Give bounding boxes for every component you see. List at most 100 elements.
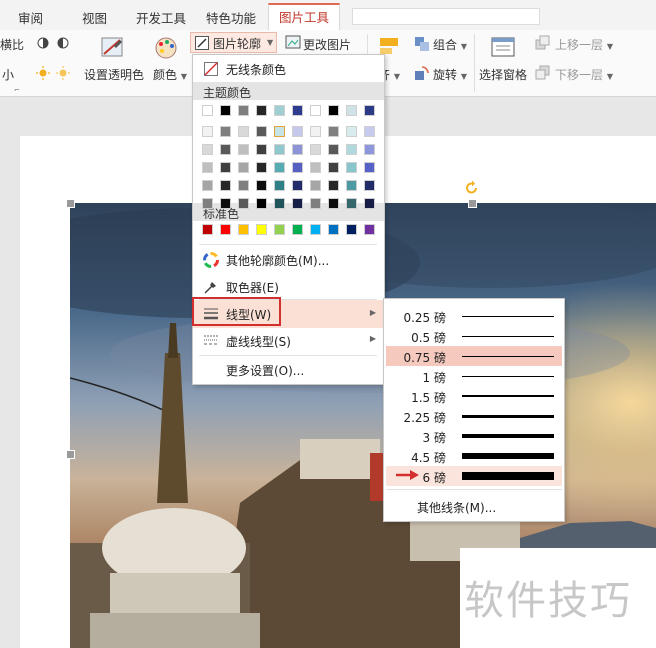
theme-color-swatch[interactable] — [256, 180, 267, 191]
theme-color-swatch[interactable] — [292, 126, 303, 137]
group-icon[interactable] — [414, 36, 430, 52]
theme-color-swatch[interactable] — [220, 162, 231, 173]
no-line-color-item[interactable]: 无线条颜色 — [193, 56, 384, 82]
theme-color-swatch[interactable] — [292, 105, 303, 116]
theme-color-swatch[interactable] — [346, 144, 357, 155]
theme-color-swatch[interactable] — [328, 162, 339, 173]
align-icon[interactable] — [378, 36, 400, 56]
theme-color-swatch[interactable] — [274, 198, 285, 209]
resize-handle-left[interactable] — [66, 450, 75, 459]
line-weight-option[interactable]: 0.75 磅 — [386, 346, 562, 366]
theme-color-swatch[interactable] — [310, 126, 321, 137]
theme-color-swatch[interactable] — [346, 105, 357, 116]
standard-color-swatch[interactable] — [346, 224, 357, 235]
theme-color-swatch[interactable] — [202, 105, 213, 116]
picture-outline-button[interactable]: 图片轮廓 ▼ — [190, 32, 277, 53]
theme-color-swatch[interactable] — [328, 105, 339, 116]
theme-color-swatch[interactable] — [346, 162, 357, 173]
standard-color-swatch[interactable] — [202, 224, 213, 235]
line-weight-option[interactable]: 1 磅 — [386, 366, 562, 386]
theme-color-swatch[interactable] — [238, 180, 249, 191]
tab-view[interactable]: 视图 — [82, 8, 107, 27]
theme-color-swatch[interactable] — [256, 126, 267, 137]
theme-color-swatch[interactable] — [238, 144, 249, 155]
theme-color-swatch[interactable] — [310, 162, 321, 173]
theme-color-swatch[interactable] — [328, 198, 339, 209]
tab-special-features[interactable]: 特色功能 — [206, 8, 256, 27]
theme-color-swatch[interactable] — [220, 198, 231, 209]
rotate-icon[interactable] — [414, 65, 430, 81]
standard-color-swatch[interactable] — [238, 224, 249, 235]
theme-color-swatch[interactable] — [364, 126, 375, 137]
line-weight-option[interactable]: 4.5 磅 — [386, 446, 562, 466]
standard-color-swatch[interactable] — [274, 224, 285, 235]
theme-color-swatch[interactable] — [364, 144, 375, 155]
theme-color-swatch[interactable] — [292, 180, 303, 191]
standard-color-swatch[interactable] — [256, 224, 267, 235]
search-input[interactable] — [352, 8, 540, 25]
theme-color-swatch[interactable] — [256, 198, 267, 209]
line-weight-option[interactable]: 2.25 磅 — [386, 406, 562, 426]
theme-color-swatch[interactable] — [310, 198, 321, 209]
theme-color-swatch[interactable] — [328, 144, 339, 155]
theme-color-swatch[interactable] — [364, 198, 375, 209]
theme-color-swatch[interactable] — [364, 180, 375, 191]
line-weight-option[interactable]: 0.25 磅 — [386, 306, 562, 326]
theme-color-swatch[interactable] — [220, 105, 231, 116]
line-weight-option[interactable]: 1.5 磅 — [386, 386, 562, 406]
transparent-color-icon[interactable] — [100, 36, 126, 60]
standard-color-swatch[interactable] — [364, 224, 375, 235]
theme-color-swatch[interactable] — [346, 126, 357, 137]
theme-color-swatch[interactable] — [202, 144, 213, 155]
set-transparent-color-button[interactable]: 设置透明色 — [84, 66, 144, 83]
theme-color-swatch[interactable] — [328, 126, 339, 137]
color-palette-icon[interactable] — [153, 36, 179, 60]
theme-color-swatch[interactable] — [310, 144, 321, 155]
line-weight-option[interactable]: 0.5 磅 — [386, 326, 562, 346]
theme-color-swatch[interactable] — [292, 198, 303, 209]
theme-color-swatch[interactable] — [238, 126, 249, 137]
group-button[interactable]: 组合 ▼ — [433, 36, 467, 53]
more-settings-item[interactable]: 更多设置(O)... — [193, 357, 384, 383]
send-backward-icon[interactable] — [535, 65, 551, 81]
dialog-launcher-icon[interactable]: ⌐ — [14, 86, 20, 94]
standard-color-swatch[interactable] — [328, 224, 339, 235]
standard-color-swatch[interactable] — [220, 224, 231, 235]
theme-color-swatch[interactable] — [238, 105, 249, 116]
theme-color-swatch[interactable] — [220, 126, 231, 137]
rotation-handle-icon[interactable] — [464, 180, 480, 196]
brightness-icons[interactable] — [36, 66, 74, 80]
resize-handle-top[interactable] — [468, 199, 477, 208]
theme-color-swatch[interactable] — [364, 162, 375, 173]
theme-color-swatch[interactable] — [256, 144, 267, 155]
contrast-icons[interactable] — [36, 36, 74, 50]
more-outline-colors-item[interactable]: 其他轮廓颜色(M)... — [193, 247, 384, 273]
theme-color-swatch[interactable] — [256, 162, 267, 173]
theme-color-swatch[interactable] — [292, 144, 303, 155]
theme-color-swatch[interactable] — [346, 198, 357, 209]
resize-handle-top-left[interactable] — [66, 199, 75, 208]
standard-color-swatch[interactable] — [292, 224, 303, 235]
rotate-button[interactable]: 旋转 ▼ — [433, 66, 467, 83]
dash-type-item[interactable]: 虚线线型(S) ▶ — [193, 328, 384, 354]
theme-color-swatch[interactable] — [364, 105, 375, 116]
selection-pane-button[interactable]: 选择窗格 — [479, 66, 527, 83]
theme-color-swatch[interactable] — [274, 126, 285, 137]
tab-picture-tools[interactable]: 图片工具 — [268, 3, 341, 33]
theme-color-swatch[interactable] — [238, 162, 249, 173]
color-button[interactable]: 颜色 ▼ — [153, 66, 187, 83]
theme-color-swatch[interactable] — [220, 144, 231, 155]
theme-color-swatch[interactable] — [202, 198, 213, 209]
selection-pane-icon[interactable] — [490, 36, 516, 60]
tab-developer[interactable]: 开发工具 — [136, 8, 186, 27]
change-picture-button[interactable]: 更改图片 — [303, 36, 351, 53]
theme-color-swatch[interactable] — [274, 180, 285, 191]
line-weight-option[interactable]: 3 磅 — [386, 426, 562, 446]
theme-color-swatch[interactable] — [274, 144, 285, 155]
theme-color-swatch[interactable] — [202, 126, 213, 137]
change-picture-icon[interactable] — [285, 35, 301, 51]
theme-color-swatch[interactable] — [328, 180, 339, 191]
standard-color-swatch[interactable] — [310, 224, 321, 235]
theme-color-swatch[interactable] — [238, 198, 249, 209]
aspect-ratio-label[interactable]: 横比 — [0, 36, 24, 53]
